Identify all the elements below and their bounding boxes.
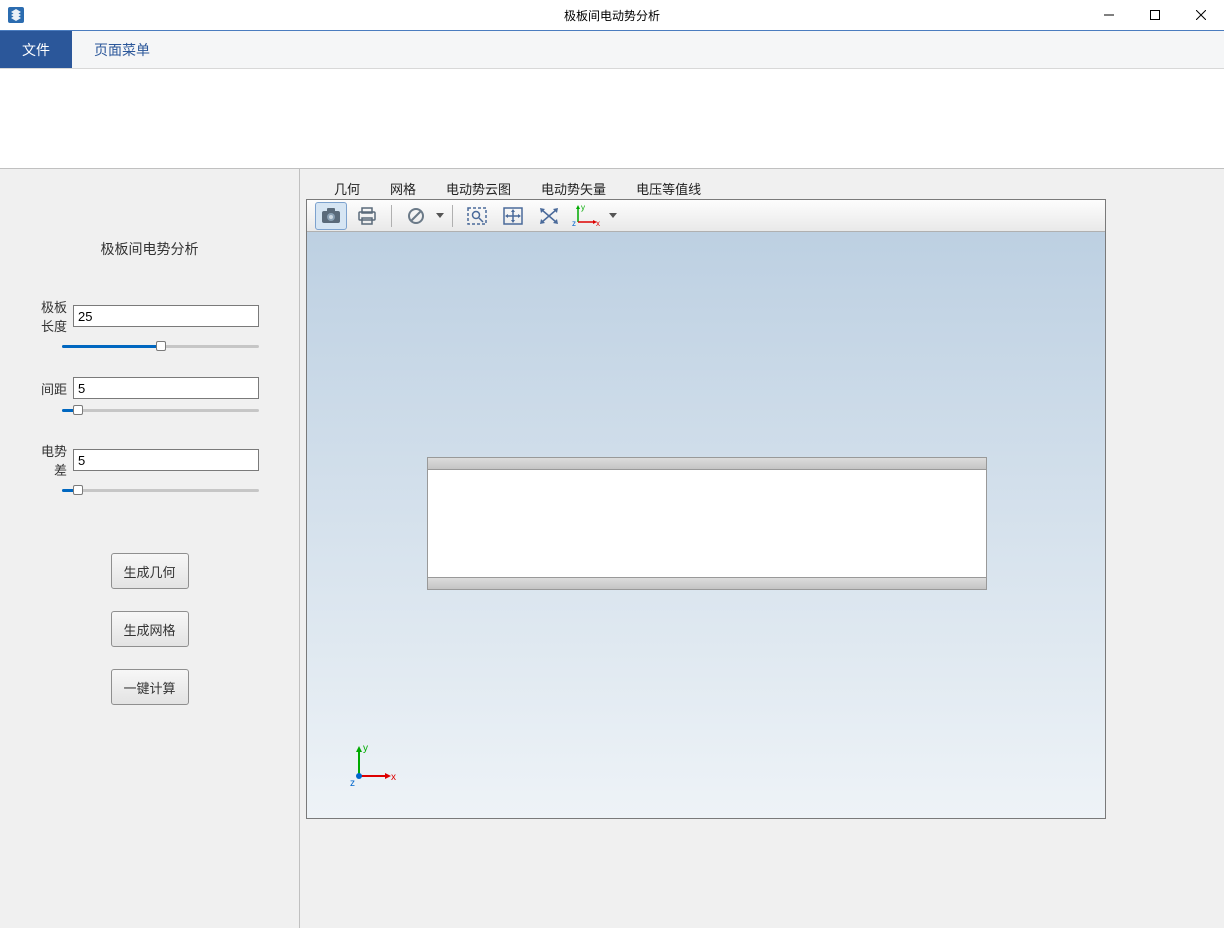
label-plate-length: 极板长度 (40, 297, 67, 335)
window-controls (1086, 0, 1224, 30)
input-plate-length[interactable] (73, 305, 259, 327)
plate-bottom (427, 577, 987, 590)
axis-x-label: x (391, 772, 396, 783)
toolbar-sep (391, 205, 392, 227)
dropdown-icon[interactable] (434, 213, 446, 218)
maximize-button[interactable] (1132, 0, 1178, 30)
minimize-button[interactable] (1086, 0, 1132, 30)
slider-plate-length[interactable] (62, 339, 259, 353)
label-gap: 间距 (40, 379, 67, 398)
label-voltage: 电势差 (40, 441, 67, 479)
tab-vector[interactable]: 电动势矢量 (539, 177, 608, 199)
axis-z-label: z (350, 778, 355, 788)
viewer-toolbar: y z x (307, 200, 1105, 232)
menu-file[interactable]: 文件 (0, 31, 72, 68)
field-gap: 间距 (40, 377, 259, 399)
viewer-box: y z x (306, 199, 1218, 908)
axis-y-label: y (363, 743, 368, 754)
field-voltage: 电势差 (40, 441, 259, 479)
action-buttons: 生成几何 生成网格 一键计算 (0, 553, 299, 705)
dropdown-icon[interactable] (607, 213, 619, 218)
slider-gap[interactable] (62, 403, 259, 417)
viewer-frame: y z x (306, 199, 1106, 819)
viewer-tabs: 几何 网格 电动势云图 电动势矢量 电压等值线 (300, 169, 1224, 199)
svg-text:z: z (572, 219, 576, 228)
tab-mesh[interactable]: 网格 (388, 177, 418, 199)
field-plate-length: 极板长度 (40, 297, 259, 335)
gen-geom-button[interactable]: 生成几何 (111, 553, 189, 589)
window-title: 极板间电动势分析 (564, 7, 660, 24)
forbid-icon[interactable] (400, 202, 432, 230)
zoom-box-icon[interactable] (461, 202, 493, 230)
tab-geom[interactable]: 几何 (332, 177, 362, 199)
gen-mesh-button[interactable]: 生成网格 (111, 611, 189, 647)
tab-contour[interactable]: 电压等值线 (634, 177, 703, 199)
close-button[interactable] (1178, 0, 1224, 30)
viewer-pane: 几何 网格 电动势云图 电动势矢量 电压等值线 (300, 169, 1224, 928)
compute-button[interactable]: 一键计算 (111, 669, 189, 705)
pan-icon[interactable] (497, 202, 529, 230)
app-icon (2, 1, 30, 29)
axes-icon[interactable]: y z x (569, 202, 605, 230)
sidebar: 极板间电势分析 极板长度 间距 电势差 生成几何 生成网格 一键计算 (0, 169, 300, 928)
titlebar: 极板间电动势分析 (0, 0, 1224, 31)
fit-icon[interactable] (533, 202, 565, 230)
orientation-triad: y z x (347, 738, 397, 788)
ribbon-area (0, 69, 1224, 169)
canvas-3d[interactable]: y z x (307, 232, 1105, 818)
sidebar-title: 极板间电势分析 (0, 239, 299, 259)
menu-page[interactable]: 页面菜单 (72, 31, 172, 68)
input-gap[interactable] (73, 377, 259, 399)
svg-text:y: y (581, 204, 585, 212)
main-area: 极板间电势分析 极板长度 间距 电势差 生成几何 生成网格 一键计算 (0, 169, 1224, 928)
slider-voltage[interactable] (62, 483, 259, 497)
toolbar-sep (452, 205, 453, 227)
camera-icon[interactable] (315, 202, 347, 230)
tab-cloud[interactable]: 电动势云图 (444, 177, 513, 199)
menubar: 文件 页面菜单 (0, 31, 1224, 69)
plate-gap (427, 470, 987, 577)
input-voltage[interactable] (73, 449, 259, 471)
print-icon[interactable] (351, 202, 383, 230)
svg-text:x: x (596, 219, 600, 228)
plate-top (427, 457, 987, 470)
